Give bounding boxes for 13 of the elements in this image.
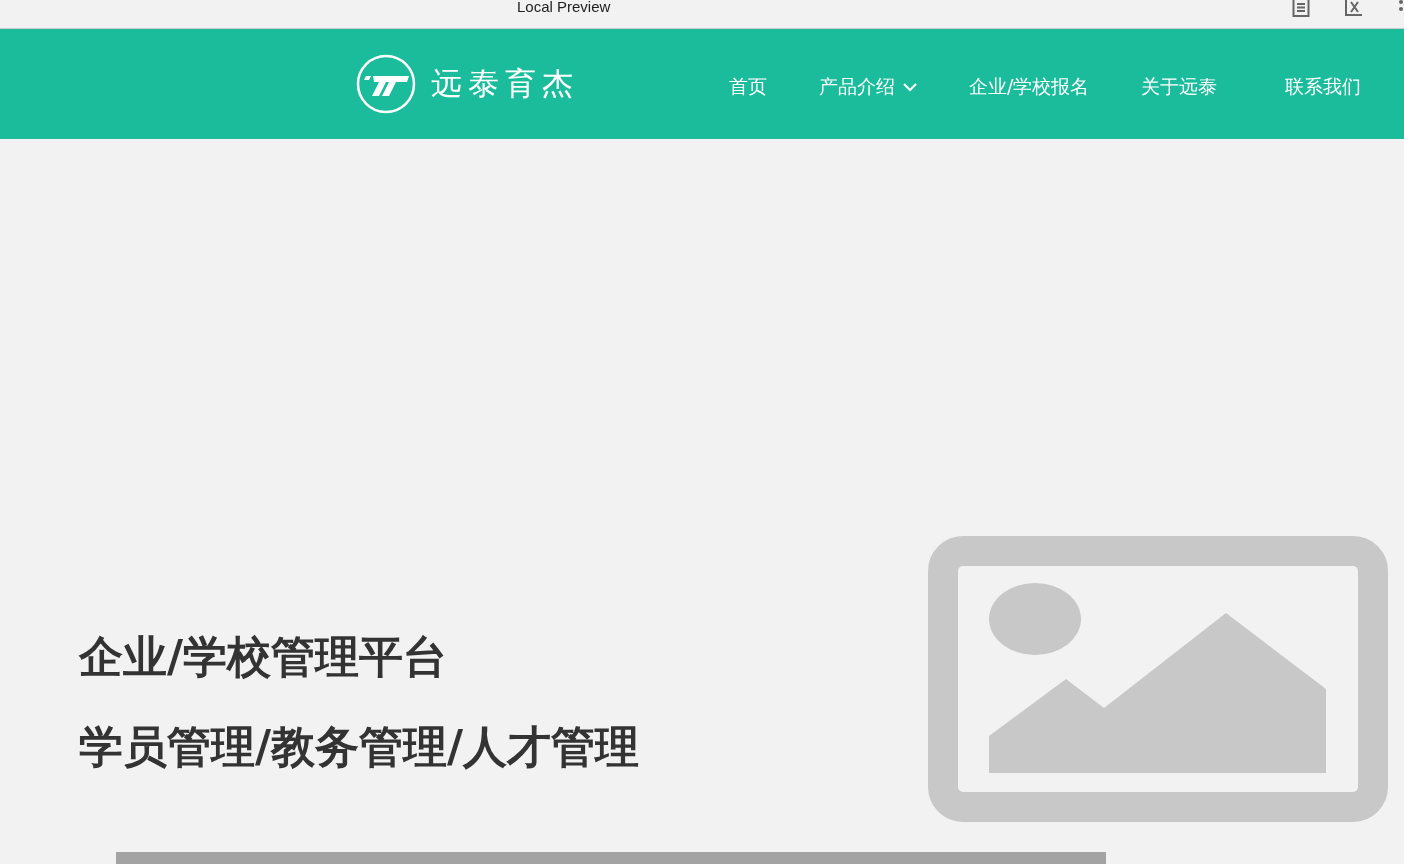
document-icon[interactable] (1292, 0, 1310, 18)
window-title: Local Preview (517, 0, 611, 14)
hero-heading: 学员管理/教务管理/人才管理 (79, 720, 641, 774)
logo-text[interactable]: 远泰育杰 (431, 63, 579, 105)
image-placeholder-icon (928, 536, 1388, 822)
nav-link[interactable]: 产品介绍 (819, 74, 917, 100)
chevron-down-icon (903, 82, 917, 92)
nav-link[interactable]: 联系我们 (1285, 74, 1362, 100)
function-icon[interactable] (1344, 0, 1364, 18)
hero-heading: 企业/学校管理平台 (79, 630, 449, 684)
nav-link[interactable]: 首页 (729, 74, 767, 100)
nav-link[interactable]: 关于远泰 (1141, 74, 1218, 100)
nav-link[interactable]: 企业/学校报名 (969, 74, 1090, 100)
